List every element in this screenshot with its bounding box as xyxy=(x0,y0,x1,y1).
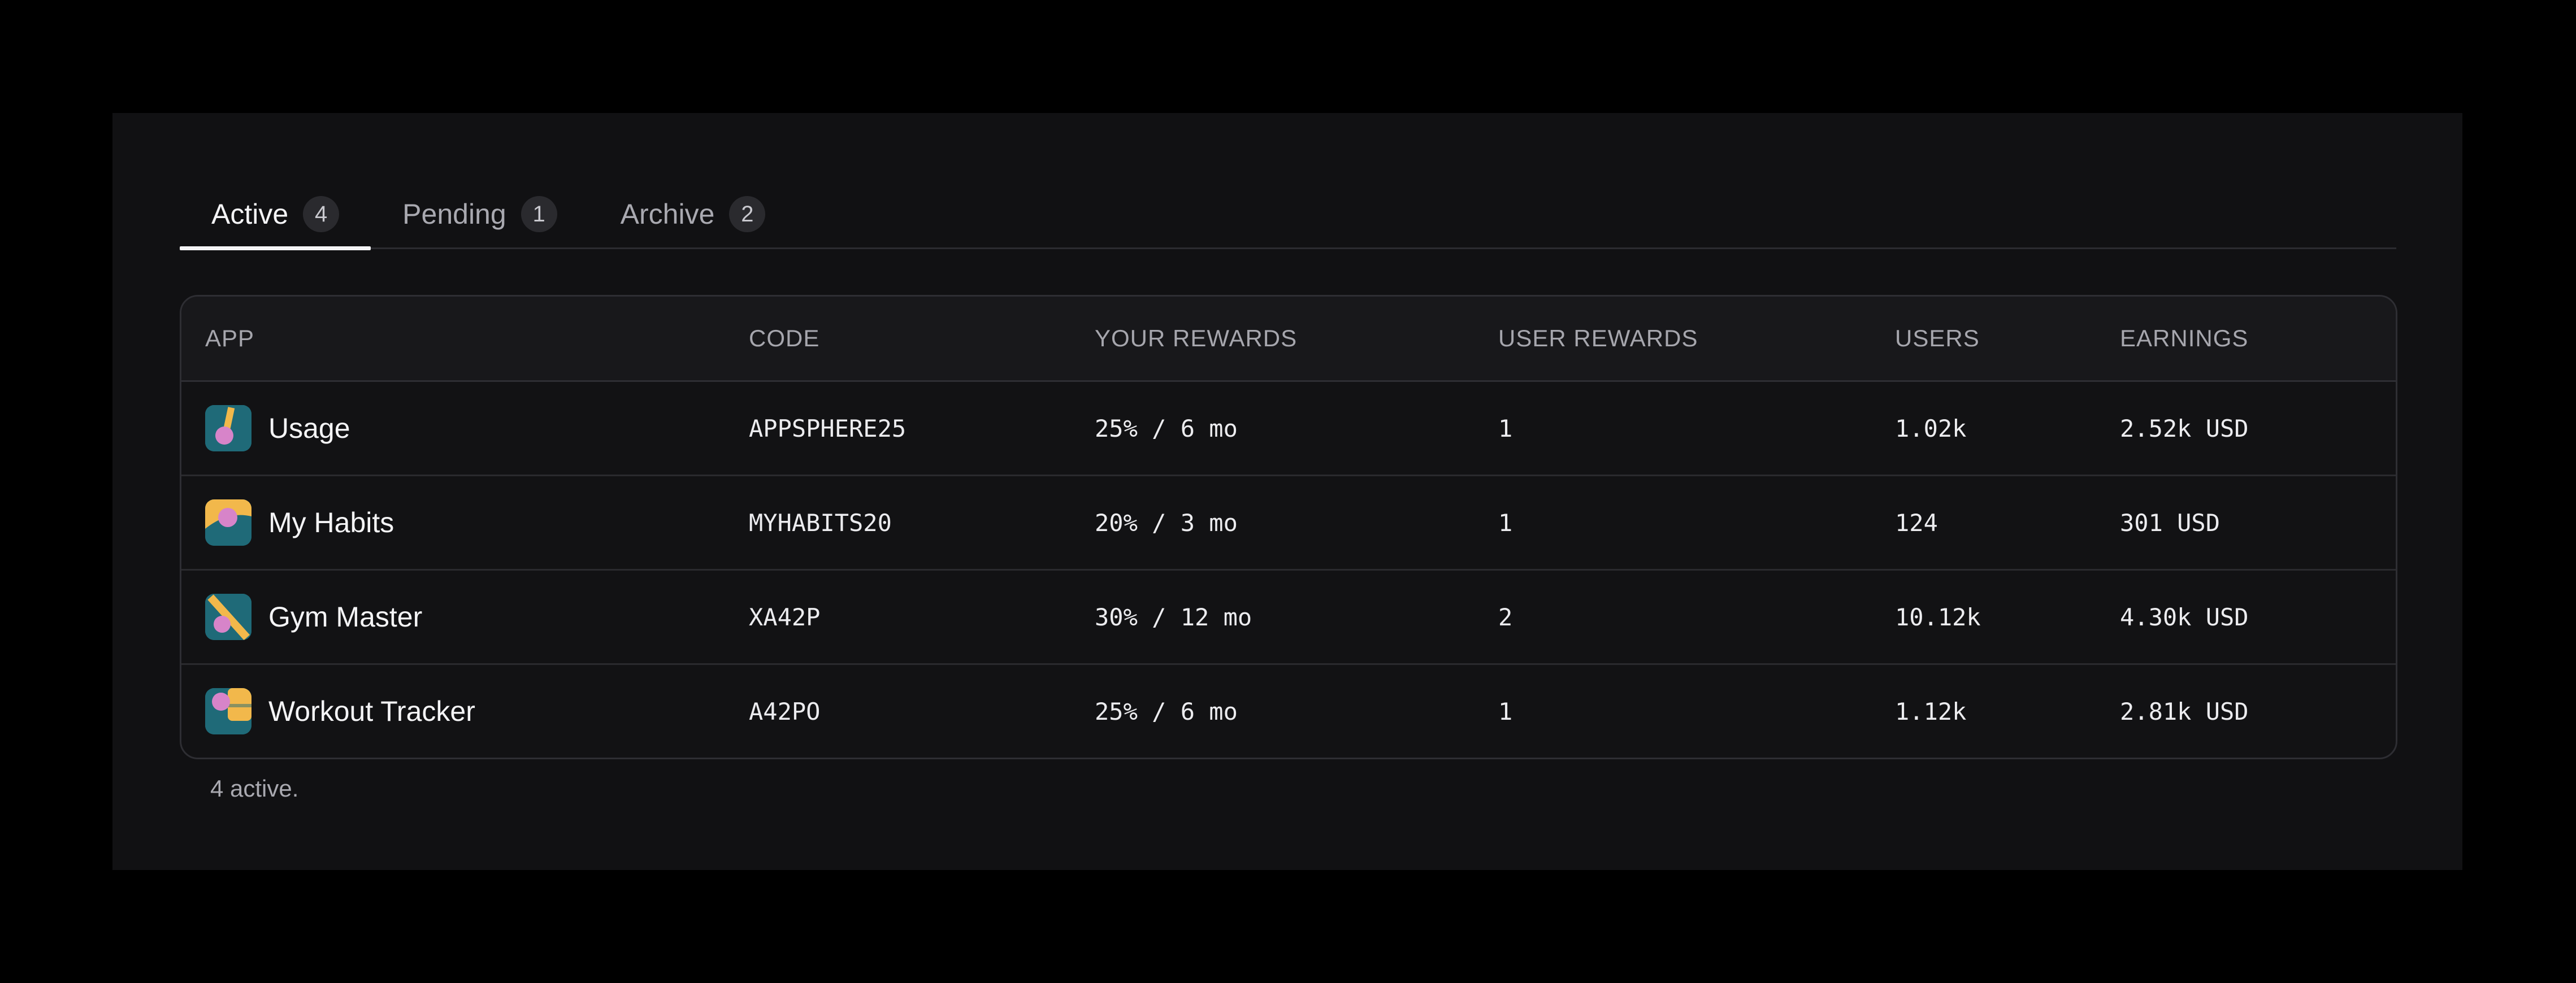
usage-app-icon xyxy=(205,405,251,451)
tab-bar: Active 4 Pending 1 Archive 2 xyxy=(180,181,2396,250)
users-cell: 124 xyxy=(1895,508,1938,537)
your-rewards-cell: 25% / 6 mo xyxy=(1095,697,1238,725)
tab-count-badge: 4 xyxy=(303,196,340,232)
app-cell: My Habits xyxy=(205,476,394,569)
referral-table: APP CODE YOUR REWARDS USER REWARDS USERS… xyxy=(180,295,2397,759)
app-cell: Gym Master xyxy=(205,571,422,663)
tab-label: Pending xyxy=(402,198,506,230)
my-habits-app-icon xyxy=(205,499,251,546)
tab-active[interactable]: Active 4 xyxy=(180,181,371,250)
your-rewards-cell: 30% / 12 mo xyxy=(1095,603,1252,631)
your-rewards-cell: 20% / 3 mo xyxy=(1095,508,1238,537)
tab-pending[interactable]: Pending 1 xyxy=(371,181,589,247)
earnings-cell: 2.52k USD xyxy=(2120,414,2249,442)
tab-count-badge: 1 xyxy=(521,196,557,232)
table-row[interactable]: Gym Master XA42P 30% / 12 mo 2 10.12k 4.… xyxy=(181,571,2396,665)
app-name: Usage xyxy=(268,412,350,444)
code-cell: A42PO xyxy=(749,697,821,725)
column-header-app[interactable]: APP xyxy=(205,297,254,380)
workout-tracker-app-icon xyxy=(205,688,251,734)
gym-master-app-icon xyxy=(205,594,251,640)
app-name: Gym Master xyxy=(268,601,423,633)
table-row[interactable]: My Habits MYHABITS20 20% / 3 mo 1 124 30… xyxy=(181,476,2396,571)
column-header-code[interactable]: CODE xyxy=(749,297,819,380)
tab-archive[interactable]: Archive 2 xyxy=(589,181,797,247)
code-cell: XA42P xyxy=(749,603,821,631)
code-cell: MYHABITS20 xyxy=(749,508,892,537)
table-row[interactable]: Workout Tracker A42PO 25% / 6 mo 1 1.12k… xyxy=(181,665,2396,758)
user-rewards-cell: 1 xyxy=(1498,414,1513,442)
earnings-cell: 4.30k USD xyxy=(2120,603,2249,631)
code-cell: APPSPHERE25 xyxy=(749,414,907,442)
column-header-earnings[interactable]: EARNINGS xyxy=(2120,297,2248,380)
column-header-user-rewards[interactable]: USER REWARDS xyxy=(1498,297,1698,380)
tab-label: Active xyxy=(211,198,289,230)
tab-count-badge: 2 xyxy=(729,196,766,232)
user-rewards-cell: 1 xyxy=(1498,508,1513,537)
column-header-your-rewards[interactable]: YOUR REWARDS xyxy=(1095,297,1297,380)
table-row[interactable]: Usage APPSPHERE25 25% / 6 mo 1 1.02k 2.5… xyxy=(181,382,2396,476)
your-rewards-cell: 25% / 6 mo xyxy=(1095,414,1238,442)
app-name: Workout Tracker xyxy=(268,695,475,727)
earnings-cell: 2.81k USD xyxy=(2120,697,2249,725)
tab-label: Archive xyxy=(620,198,715,230)
user-rewards-cell: 1 xyxy=(1498,697,1513,725)
user-rewards-cell: 2 xyxy=(1498,603,1513,631)
column-header-users[interactable]: USERS xyxy=(1895,297,1980,380)
app-name: My Habits xyxy=(268,507,394,538)
app-cell: Usage xyxy=(205,382,350,475)
users-cell: 10.12k xyxy=(1895,603,1981,631)
users-cell: 1.12k xyxy=(1895,697,1967,725)
app-cell: Workout Tracker xyxy=(205,665,475,758)
users-cell: 1.02k xyxy=(1895,414,1967,442)
active-count-summary: 4 active. xyxy=(210,775,299,802)
earnings-cell: 301 USD xyxy=(2120,508,2221,537)
table-header: APP CODE YOUR REWARDS USER REWARDS USERS… xyxy=(181,297,2396,382)
